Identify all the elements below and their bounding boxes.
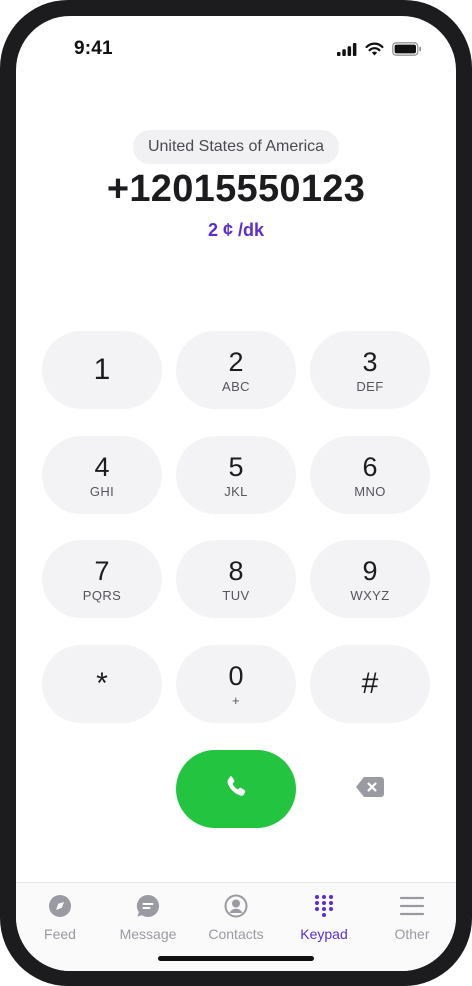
status-time: 9:41 [74, 38, 113, 59]
tab-label: Other [394, 926, 430, 942]
dialpad-icon [311, 893, 337, 919]
phone-icon [223, 773, 249, 806]
key-letters: + [232, 692, 240, 708]
tab-message[interactable]: Message [104, 883, 192, 953]
key-7[interactable]: 7 PQRS [42, 540, 162, 618]
screen: 9:41 United States of America +120155501… [16, 16, 456, 971]
key-digit: 1 [93, 353, 111, 386]
tab-contacts[interactable]: Contacts [192, 883, 280, 953]
key-letters: WXYZ [350, 587, 390, 603]
key-8[interactable]: 8 TUV [176, 540, 296, 618]
tab-label: Feed [44, 926, 76, 942]
tab-label: Contacts [208, 926, 264, 942]
country-selector[interactable]: United States of America [133, 130, 339, 164]
key-6[interactable]: 6 MNO [310, 436, 430, 514]
key-digit: 8 [228, 555, 244, 586]
key-digit: 0 [228, 660, 244, 691]
key-letters: TUV [222, 587, 250, 603]
key-2[interactable]: 2 ABC [176, 331, 296, 409]
tab-feed[interactable]: Feed [16, 883, 104, 953]
key-letters: MNO [354, 483, 386, 499]
key-digit: 2 [228, 346, 244, 377]
dialed-number: +12015550123 [106, 168, 366, 210]
menu-icon [399, 893, 425, 919]
chat-bubble-icon [135, 893, 161, 919]
key-digit: 4 [94, 451, 110, 482]
tab-label: Message [119, 926, 177, 942]
key-digit: 5 [228, 451, 244, 482]
key-5[interactable]: 5 JKL [176, 436, 296, 514]
delete-button[interactable] [352, 776, 388, 802]
key-digit: 3 [362, 346, 378, 377]
key-digit: * [96, 667, 108, 700]
key-digit: 9 [362, 555, 378, 586]
key-letters: PQRS [82, 587, 122, 603]
key-9[interactable]: 9 WXYZ [310, 540, 430, 618]
home-indicator [158, 956, 314, 961]
key-letters: JKL [224, 483, 248, 499]
battery-icon [392, 42, 422, 61]
key-3[interactable]: 3 DEF [310, 331, 430, 409]
status-icons [337, 42, 422, 61]
call-button[interactable] [176, 750, 296, 828]
tab-other[interactable]: Other [368, 883, 456, 953]
compass-icon [47, 893, 73, 919]
wifi-icon [365, 42, 384, 61]
person-circle-icon [223, 893, 249, 919]
call-rate: 2 ¢ /dk [207, 220, 265, 240]
key-1[interactable]: 1 [42, 331, 162, 409]
tab-label: Keypad [300, 926, 348, 942]
phone-frame: 9:41 United States of America +120155501… [0, 0, 472, 986]
key-hash[interactable]: # [310, 645, 430, 723]
tab-keypad[interactable]: Keypad [280, 883, 368, 953]
key-digit: # [361, 667, 379, 700]
key-0[interactable]: 0 + [176, 645, 296, 723]
key-letters: DEF [356, 378, 384, 394]
key-digit: 6 [362, 451, 378, 482]
key-letters: GHI [89, 483, 115, 499]
backspace-icon [355, 776, 385, 803]
key-letters: ABC [222, 378, 250, 394]
cellular-signal-icon [337, 42, 357, 61]
key-4[interactable]: 4 GHI [42, 436, 162, 514]
key-star[interactable]: * [42, 645, 162, 723]
key-digit: 7 [94, 555, 110, 586]
